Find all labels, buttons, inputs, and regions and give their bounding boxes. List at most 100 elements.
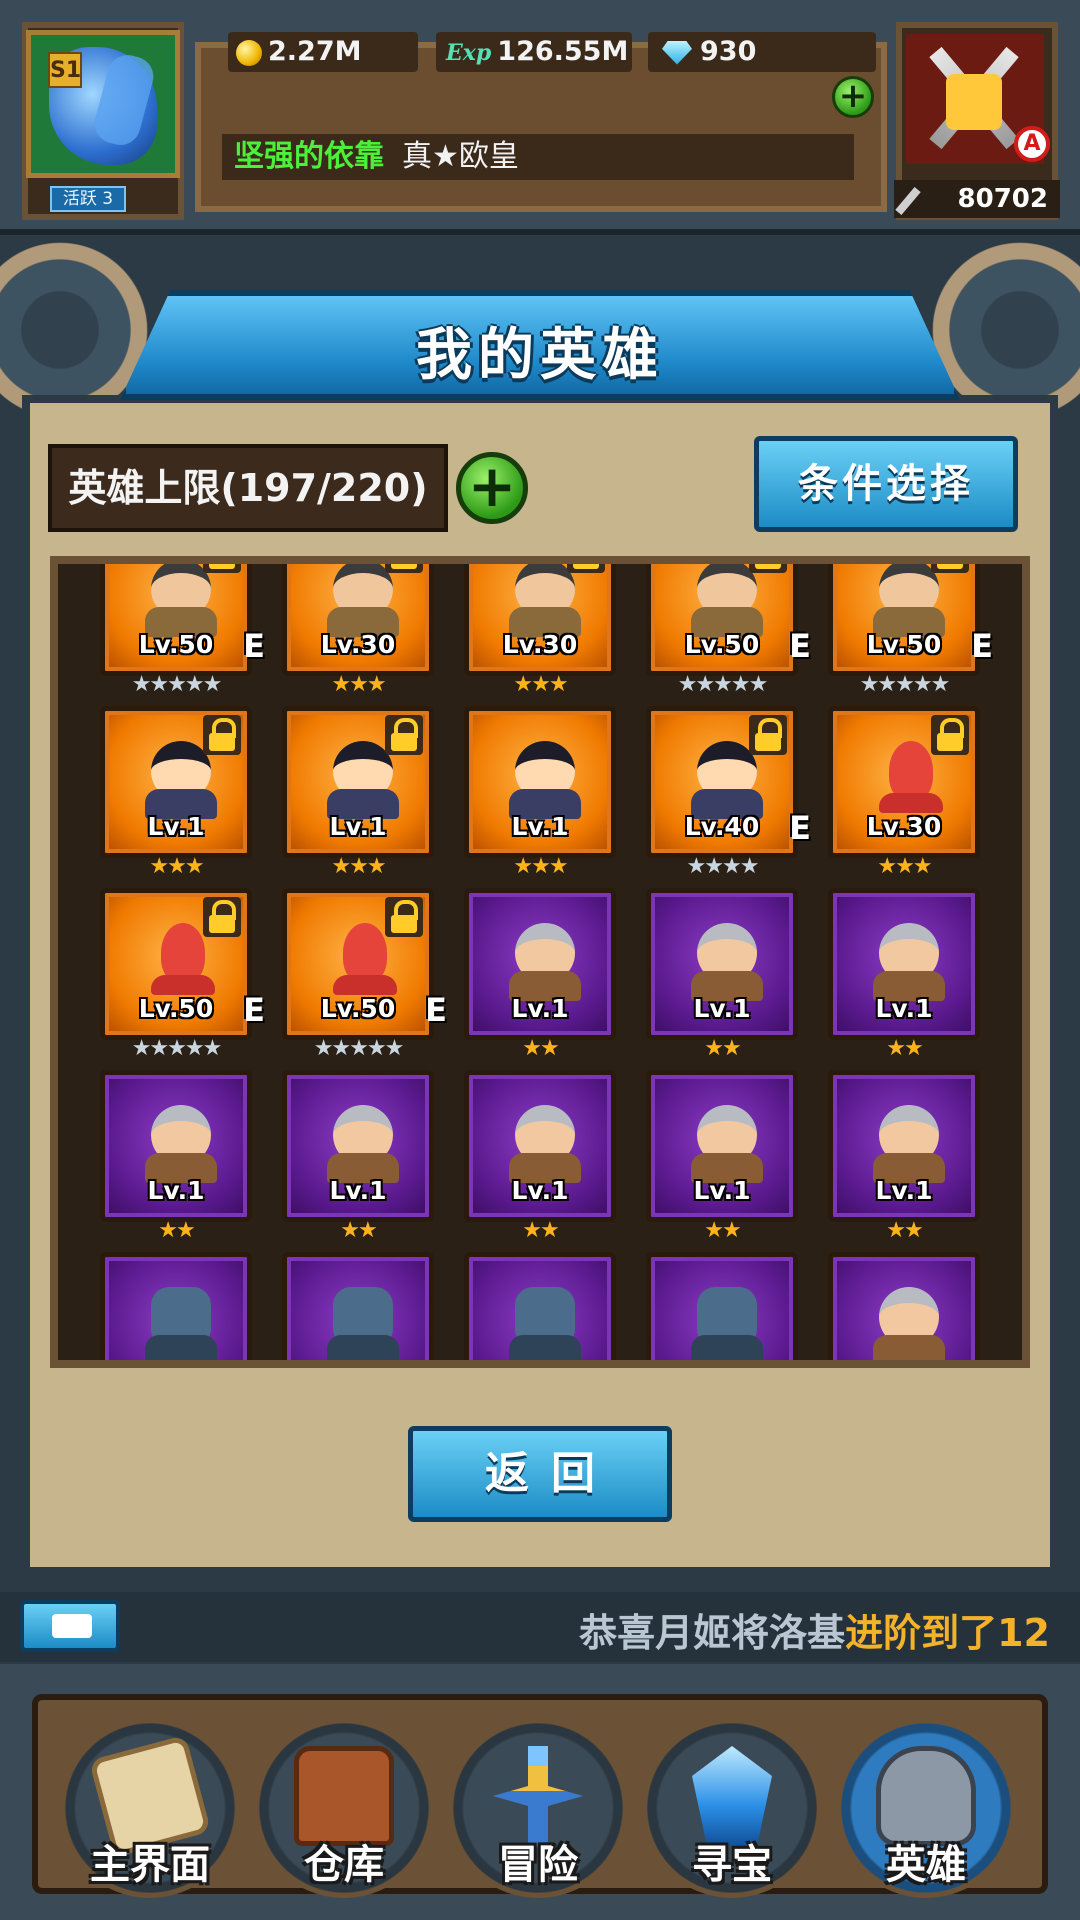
nav-item[interactable]: 主界面 xyxy=(56,1708,244,1898)
diamond-icon xyxy=(662,40,692,65)
hero-level: Lv.1 xyxy=(511,812,569,841)
hero-card[interactable]: Lv.50 ★★★★★ E xyxy=(828,564,993,697)
hero-stars: ★★ xyxy=(704,1218,741,1243)
lock-icon xyxy=(203,564,241,573)
ticker-text-highlight: 进阶到了12 xyxy=(845,1611,1050,1655)
hero-stars: ★★ xyxy=(522,1036,559,1061)
hero-card[interactable]: Lv.50 ★★★★★ E xyxy=(100,564,265,697)
evolve-badge: E xyxy=(789,627,811,665)
hero-card[interactable] xyxy=(464,1252,616,1360)
hero-stars: ★★ xyxy=(886,1218,923,1243)
emblem-face-icon xyxy=(946,74,1002,130)
hero-card[interactable]: Lv.30 ★★★ xyxy=(828,706,980,879)
hero-card[interactable]: Lv.1 ★★★ xyxy=(282,706,434,879)
hero-stars: ★★★ xyxy=(513,854,568,879)
hero-stars: ★★★ xyxy=(149,854,204,879)
combat-power-value: 80702 xyxy=(957,184,1048,214)
hero-body xyxy=(145,1335,217,1360)
hero-card[interactable]: Lv.1 ★★ xyxy=(282,1070,434,1243)
hero-body xyxy=(509,1335,581,1360)
sword-icon xyxy=(895,186,921,216)
nav-label: 冒险 xyxy=(498,1842,578,1888)
lock-icon xyxy=(931,715,969,755)
hero-stars: ★★★★★ xyxy=(859,672,951,697)
nav-item[interactable]: 寻宝 xyxy=(638,1708,826,1898)
chat-button[interactable] xyxy=(20,1600,120,1652)
chest-icon xyxy=(294,1746,394,1846)
evolve-badge: E xyxy=(425,991,447,1029)
lock-icon xyxy=(385,897,423,937)
hero-level: Lv.1 xyxy=(147,812,205,841)
hero-card[interactable]: Lv.1 ★★ xyxy=(100,1070,252,1243)
hero-card[interactable]: Lv.1 ★★★ xyxy=(100,706,252,879)
hero-level: Lv.1 xyxy=(329,1176,387,1205)
hero-body xyxy=(879,793,943,813)
hero-stars: ★★ xyxy=(522,1218,559,1243)
expand-hero-limit-button[interactable]: + xyxy=(456,452,528,524)
hero-card[interactable]: Lv.50 ★★★★★ E xyxy=(282,888,447,1061)
lock-icon xyxy=(749,715,787,755)
hero-stars: ★★★ xyxy=(513,672,568,697)
hero-portrait xyxy=(869,1097,949,1183)
hero-stars: ★★★★★ xyxy=(677,672,769,697)
hero-roster-grid[interactable]: Lv.50 ★★★★★ E Lv.30 ★★★ Lv.30 ★★★ Lv.50 ★★★★★ E Lv… xyxy=(50,556,1030,1368)
hero-portrait xyxy=(141,1097,221,1183)
hero-card[interactable]: Lv.1 ★★ xyxy=(828,1070,980,1243)
hero-card[interactable] xyxy=(828,1252,980,1360)
hero-level: Lv.30 xyxy=(866,812,942,841)
evolve-badge: E xyxy=(243,991,265,1029)
hero-stars: ★★★ xyxy=(331,854,386,879)
hero-card[interactable]: Lv.50 ★★★★★ E xyxy=(646,564,811,697)
hero-stars: ★★ xyxy=(886,1036,923,1061)
lock-icon xyxy=(385,715,423,755)
player-name: 真★欧皇 xyxy=(402,139,519,174)
hero-level: Lv.1 xyxy=(511,1176,569,1205)
hero-card[interactable] xyxy=(282,1252,434,1360)
hero-portrait xyxy=(869,1279,949,1360)
hero-card[interactable]: Lv.1 ★★ xyxy=(646,888,798,1061)
hero-card[interactable]: Lv.30 ★★★ xyxy=(282,564,434,697)
hero-stars: ★★★ xyxy=(331,672,386,697)
hero-level: Lv.1 xyxy=(693,994,751,1023)
hero-portrait xyxy=(687,1097,767,1183)
hero-level: Lv.40 xyxy=(684,812,760,841)
filter-button[interactable]: 条件选择 xyxy=(754,436,1018,532)
hero-card[interactable]: Lv.1 ★★ xyxy=(464,888,616,1061)
lock-icon xyxy=(203,715,241,755)
hero-portrait xyxy=(869,915,949,1001)
hero-level: Lv.50 xyxy=(138,630,214,659)
hero-portrait xyxy=(505,733,585,819)
hero-card[interactable]: Lv.1 ★★★ xyxy=(464,706,616,879)
hero-card[interactable]: Lv.40 ★★★★ E xyxy=(646,706,811,879)
page-title: 我的英雄 xyxy=(416,323,664,388)
grade-badge: A xyxy=(1014,126,1050,162)
hero-card[interactable] xyxy=(100,1252,252,1360)
hero-card[interactable]: Lv.30 ★★★ xyxy=(464,564,616,697)
hero-stars: ★★ xyxy=(704,1036,741,1061)
gem-display: 930 xyxy=(648,32,876,72)
nav-label: 主界面 xyxy=(90,1842,210,1888)
hero-level: Lv.50 xyxy=(684,630,760,659)
hero-card[interactable]: Lv.1 ★★ xyxy=(646,1070,798,1243)
nav-item[interactable]: 英雄 xyxy=(832,1708,1020,1898)
combat-power-display: 80702 xyxy=(894,180,1060,218)
hero-body xyxy=(327,1335,399,1360)
hero-card[interactable] xyxy=(646,1252,798,1360)
nav-item[interactable]: 仓库 xyxy=(250,1708,438,1898)
ticker-message: 恭喜月姬将洛基进阶到了12 xyxy=(579,1602,1050,1657)
nav-item[interactable]: 冒险 xyxy=(444,1708,632,1898)
hero-card[interactable]: Lv.1 ★★ xyxy=(464,1070,616,1243)
helmet-icon xyxy=(876,1746,976,1846)
hero-card[interactable]: Lv.1 ★★ xyxy=(828,888,980,1061)
ticker-text-plain: 恭喜月姬将洛基 xyxy=(579,1611,846,1655)
lock-icon xyxy=(749,564,787,573)
back-button[interactable]: 返回 xyxy=(408,1426,672,1522)
add-gems-button[interactable]: + xyxy=(832,76,874,118)
hero-body xyxy=(691,1335,763,1360)
hero-card[interactable]: Lv.50 ★★★★★ E xyxy=(100,888,265,1061)
gold-display: 2.27M xyxy=(228,32,418,72)
hero-portrait xyxy=(505,915,585,1001)
evolve-badge: E xyxy=(243,627,265,665)
gem-value: 930 xyxy=(700,36,757,67)
hero-level: Lv.1 xyxy=(147,1176,205,1205)
